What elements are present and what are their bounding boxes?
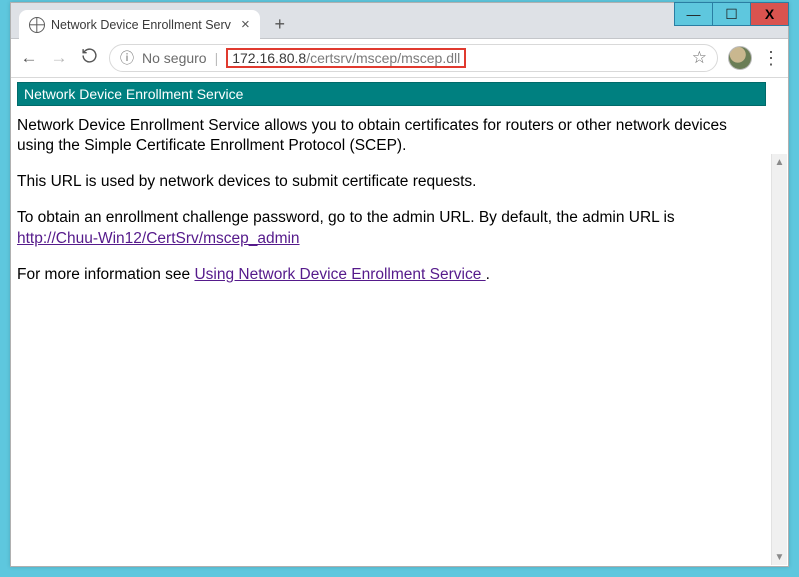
security-label: No seguro	[142, 50, 207, 66]
minimize-button[interactable]: —	[674, 2, 713, 26]
paragraph-intro: Network Device Enrollment Service allows…	[17, 116, 766, 156]
scroll-up-icon[interactable]: ▲	[772, 154, 787, 170]
admin-url-link[interactable]: http://Chuu-Win12/CertSrv/mscep_admin	[17, 230, 300, 247]
browser-window: Network Device Enrollment Servi × + — ☐ …	[10, 2, 789, 567]
page-content: Network Device Enrollment Service Networ…	[11, 78, 772, 305]
url-path: /certsrv/mscep/mscep.dll	[306, 50, 460, 66]
address-bar[interactable]: ⓘ No seguro | 172.16.80.8/certsrv/mscep/…	[109, 44, 718, 72]
window-controls: — ☐ X	[675, 2, 789, 26]
text: To obtain an enrollment challenge passwo…	[17, 209, 675, 226]
profile-avatar[interactable]	[728, 46, 752, 70]
page-viewport: Network Device Enrollment Service Networ…	[11, 78, 772, 566]
scroll-down-icon[interactable]: ▼	[772, 549, 787, 565]
globe-icon	[29, 17, 45, 33]
browser-tab[interactable]: Network Device Enrollment Servi ×	[19, 10, 260, 39]
scrollbar[interactable]: ▲ ▼	[771, 154, 787, 565]
close-window-button[interactable]: X	[750, 2, 789, 26]
toolbar: ← → ⓘ No seguro | 172.16.80.8/certsrv/ms…	[11, 39, 788, 78]
back-button[interactable]: ←	[19, 48, 39, 68]
paragraph-moreinfo: For more information see Using Network D…	[17, 265, 766, 285]
ndes-help-link[interactable]: Using Network Device Enrollment Service	[194, 266, 485, 283]
url-host: 172.16.80.8	[232, 50, 306, 66]
text: .	[486, 266, 490, 283]
maximize-button[interactable]: ☐	[712, 2, 751, 26]
paragraph-admin: To obtain an enrollment challenge passwo…	[17, 208, 766, 248]
forward-button[interactable]: →	[49, 48, 69, 68]
reload-button[interactable]	[79, 47, 99, 69]
bookmark-star-icon[interactable]: ☆	[692, 48, 707, 68]
titlebar: Network Device Enrollment Servi × + — ☐ …	[11, 3, 788, 39]
new-tab-button[interactable]: +	[266, 10, 294, 38]
divider: |	[215, 50, 219, 66]
text: For more information see	[17, 266, 194, 283]
tab-title: Network Device Enrollment Servi	[51, 18, 231, 32]
paragraph-usage: This URL is used by network devices to s…	[17, 172, 766, 192]
close-tab-icon[interactable]: ×	[241, 17, 250, 32]
menu-button[interactable]: ⋮	[762, 54, 780, 63]
url-highlight: 172.16.80.8/certsrv/mscep/mscep.dll	[226, 48, 466, 68]
info-icon: ⓘ	[120, 48, 134, 68]
page-heading: Network Device Enrollment Service	[17, 82, 766, 106]
tab-strip: Network Device Enrollment Servi × +	[11, 3, 788, 39]
